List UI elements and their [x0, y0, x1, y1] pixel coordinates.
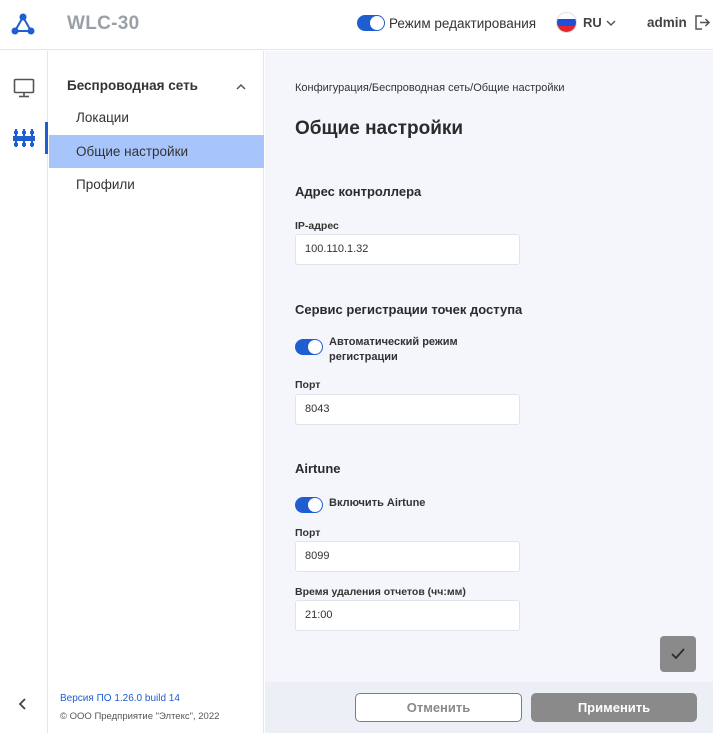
registration-port-field[interactable]: 8043	[295, 394, 520, 425]
sidebar-item-locations[interactable]: Локации	[49, 101, 264, 134]
airtune-enable-label: Включить Airtune	[329, 497, 426, 509]
airtune-enable-toggle[interactable]: Включить Airtune	[295, 496, 469, 513]
logo-icon[interactable]	[10, 12, 36, 38]
language-label: RU	[583, 15, 602, 30]
edit-mode-toggle[interactable]: Режим редактирования	[357, 15, 536, 31]
monitor-icon	[13, 78, 35, 98]
sidebar-item-general-settings[interactable]: Общие настройки	[49, 135, 264, 168]
ip-address-field[interactable]: 100.110.1.32	[295, 234, 520, 265]
top-bar: WLC-30 Режим редактирования RU admin	[0, 0, 713, 50]
sidebar-item-profiles[interactable]: Профили	[49, 168, 264, 201]
edit-mode-switch[interactable]	[357, 15, 385, 31]
breadcrumb: Конфигурация/Беспроводная сеть/Общие нас…	[295, 82, 565, 94]
main-content: Конфигурация/Беспроводная сеть/Общие нас…	[265, 51, 713, 682]
airtune-enable-switch[interactable]	[295, 497, 323, 513]
apply-button[interactable]: Применить	[531, 693, 697, 722]
user-name: admin	[647, 15, 687, 30]
user-menu: admin	[647, 14, 711, 31]
icon-rail	[0, 51, 48, 733]
controller-section-title: Адрес контроллера	[295, 184, 422, 199]
cancel-button[interactable]: Отменить	[355, 693, 522, 722]
auto-registration-toggle[interactable]: Автоматический режим регистрации	[295, 335, 469, 365]
airtune-port-label: Порт	[295, 527, 321, 539]
airtune-port-field[interactable]: 8099	[295, 541, 520, 572]
firmware-version: Версия ПО 1.26.0 build 14	[60, 693, 180, 704]
auto-registration-label: Автоматический режим регистрации	[329, 336, 458, 363]
confirm-button[interactable]	[660, 636, 696, 672]
sidebar: Беспроводная сеть Локации Общие настройк…	[49, 51, 264, 733]
registration-section-title: Сервис регистрации точек доступа	[295, 302, 523, 317]
report-delete-time-label: Время удаления отчетов (чч:мм)	[295, 586, 466, 598]
airtune-section-title: Airtune	[295, 461, 341, 476]
registration-port-label: Порт	[295, 379, 321, 391]
equalizer-icon	[13, 129, 35, 147]
chevron-up-icon[interactable]	[235, 81, 247, 93]
sidebar-section-title[interactable]: Беспроводная сеть	[67, 78, 198, 93]
chevron-left-icon[interactable]	[14, 695, 32, 713]
russia-flag-icon	[556, 12, 577, 33]
chevron-down-icon	[606, 19, 616, 26]
edit-mode-label: Режим редактирования	[389, 15, 537, 31]
action-footer: Отменить Применить	[265, 682, 713, 733]
language-selector[interactable]: RU	[556, 12, 617, 33]
logout-icon[interactable]	[694, 14, 711, 31]
report-delete-time-field[interactable]: 21:00	[295, 600, 520, 631]
rail-item-configuration[interactable]	[0, 121, 48, 155]
rail-item-monitoring[interactable]	[0, 71, 48, 105]
copyright: © ООО Предприятие "Элтекс", 2022	[60, 711, 220, 722]
page-title: Общие настройки	[295, 118, 464, 139]
check-icon	[671, 648, 685, 660]
ip-address-label: IP-адрес	[295, 220, 339, 232]
app-title: WLC-30	[67, 13, 140, 34]
auto-registration-switch[interactable]	[295, 339, 323, 355]
